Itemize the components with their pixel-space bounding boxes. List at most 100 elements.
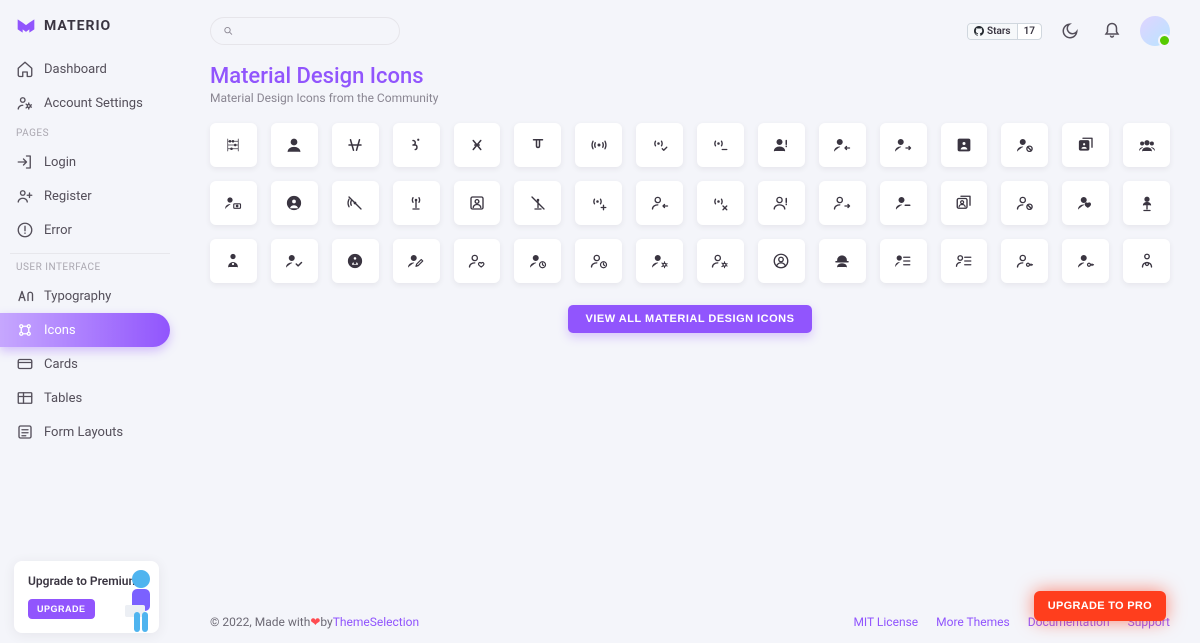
brand-logo[interactable]: MATERIO xyxy=(10,12,170,52)
form-icon xyxy=(16,423,34,441)
icon-card-account-cancel[interactable] xyxy=(1001,123,1048,167)
view-all-button[interactable]: VIEW ALL MATERIAL DESIGN ICONS xyxy=(568,305,813,333)
icon-card-access-point-network-off[interactable] xyxy=(514,181,561,225)
upgrade-button[interactable]: UPGRADE xyxy=(28,599,95,619)
icon-card-account-box-multiple-outline[interactable] xyxy=(941,181,988,225)
sidebar-item-label: Dashboard xyxy=(44,62,107,77)
icon-card-account-key-outline[interactable] xyxy=(1001,239,1048,283)
icon-card-ab-testing[interactable] xyxy=(332,123,379,167)
icon-card-account-child-circle[interactable] xyxy=(332,239,379,283)
icon-card-account-minus[interactable] xyxy=(880,181,927,225)
sidebar-item-tables[interactable]: Tables xyxy=(0,381,170,415)
icon-card-account-alert[interactable] xyxy=(758,123,805,167)
icon-card-account-clock[interactable] xyxy=(514,239,561,283)
icon-card-account-box[interactable] xyxy=(941,123,988,167)
icon-card-account-heart-outline[interactable] xyxy=(454,239,501,283)
icon-card-account-edit[interactable] xyxy=(393,239,440,283)
icon-card-account-circle[interactable] xyxy=(271,181,318,225)
icon-card-account-arrow-right[interactable] xyxy=(880,123,927,167)
sidebar-item-register[interactable]: Register xyxy=(0,179,170,213)
theme-toggle[interactable] xyxy=(1056,17,1084,45)
github-stars-badge[interactable]: Stars 17 xyxy=(967,23,1042,40)
user-avatar[interactable] xyxy=(1140,16,1170,46)
access-point-plus-icon xyxy=(590,194,608,212)
icon-card-account[interactable] xyxy=(271,123,318,167)
account-cog-icon xyxy=(16,94,34,112)
account-circle-outline-icon xyxy=(772,252,790,270)
sidebar-item-typography[interactable]: Typography xyxy=(0,279,170,313)
icon-card-account-child[interactable] xyxy=(210,239,257,283)
sidebar-item-error[interactable]: Error xyxy=(0,213,170,247)
notifications-button[interactable] xyxy=(1098,17,1126,45)
access-point-network-off-icon xyxy=(529,194,547,212)
icon-card-abugida-devanagari[interactable] xyxy=(514,123,561,167)
account-cancel-icon xyxy=(1016,136,1034,154)
github-icon xyxy=(974,26,984,36)
search-icon xyxy=(223,25,234,37)
sidebar-item-login[interactable]: Login xyxy=(0,145,170,179)
icon-card-access-point-plus[interactable] xyxy=(575,181,622,225)
account-alert-outline-icon xyxy=(772,194,790,212)
topbar: Stars 17 xyxy=(210,10,1170,64)
account-details-icon xyxy=(894,252,912,270)
abjad-hebrew-icon xyxy=(468,136,486,154)
icon-card-access-point-minus[interactable] xyxy=(697,123,744,167)
abacus-icon xyxy=(224,136,242,154)
icon-card-account-hard-hat[interactable] xyxy=(819,239,866,283)
icon-card-account-circle-outline[interactable] xyxy=(758,239,805,283)
icon-card-abacus[interactable] xyxy=(210,123,257,167)
access-point-off-icon xyxy=(346,194,364,212)
account-network-icon xyxy=(1138,194,1156,212)
icon-card-account-child-outline[interactable] xyxy=(1123,239,1170,283)
abugida-devanagari-icon xyxy=(529,136,547,154)
icon-card-account-details[interactable] xyxy=(880,239,927,283)
icon-card-account-heart[interactable] xyxy=(1062,181,1109,225)
account-child-icon xyxy=(224,252,242,270)
footer-link-more-themes[interactable]: More Themes xyxy=(936,615,1010,629)
github-stars-count: 17 xyxy=(1018,24,1041,39)
search-input[interactable] xyxy=(240,24,387,38)
sidebar-heading: PAGES xyxy=(10,120,170,145)
icon-card-access-point[interactable] xyxy=(575,123,622,167)
icon-card-account-cash[interactable] xyxy=(210,181,257,225)
account-edit-icon xyxy=(407,252,425,270)
icon-card-access-point-remove[interactable] xyxy=(697,181,744,225)
icon-card-account-details-outline[interactable] xyxy=(941,239,988,283)
icon-card-access-point-check[interactable] xyxy=(636,123,683,167)
icon-card-access-point-network[interactable] xyxy=(393,181,440,225)
search-box[interactable] xyxy=(210,17,400,45)
sidebar-item-cards[interactable]: Cards xyxy=(0,347,170,381)
icon-card-account-clock-outline[interactable] xyxy=(575,239,622,283)
icon-card-access-point-off[interactable] xyxy=(332,181,379,225)
icon-card-account-cog-outline[interactable] xyxy=(697,239,744,283)
icon-card-account-arrow-left[interactable] xyxy=(819,123,866,167)
upgrade-illustration-icon xyxy=(119,567,163,637)
card-icon xyxy=(16,355,34,373)
account-icon xyxy=(285,136,303,154)
icon-card-account-arrow-right-outline[interactable] xyxy=(819,181,866,225)
footer-link-mit-license[interactable]: MIT License xyxy=(853,615,918,629)
icon-card-account-network[interactable] xyxy=(1123,181,1170,225)
sidebar-heading: USER INTERFACE xyxy=(10,253,170,279)
sidebar-item-label: Login xyxy=(44,155,76,170)
sidebar-item-dashboard[interactable]: Dashboard xyxy=(0,52,170,86)
sidebar-item-form-layouts[interactable]: Form Layouts xyxy=(0,415,170,449)
icon-card-account-group[interactable] xyxy=(1123,123,1170,167)
footer-author-link[interactable]: ThemeSelection xyxy=(333,615,419,629)
icon-card-account-box-multiple[interactable] xyxy=(1062,123,1109,167)
icon-card-abjad-hebrew[interactable] xyxy=(454,123,501,167)
icon-card-account-check[interactable] xyxy=(271,239,318,283)
account-child-outline-icon xyxy=(1138,252,1156,270)
sidebar-item-account-settings[interactable]: Account Settings xyxy=(0,86,170,120)
icon-card-account-cancel-outline[interactable] xyxy=(1001,181,1048,225)
icon-card-account-alert-outline[interactable] xyxy=(758,181,805,225)
icon-card-account-arrow-left-outline[interactable] xyxy=(636,181,683,225)
icon-card-abjad-arabic[interactable] xyxy=(393,123,440,167)
sidebar-item-icons[interactable]: Icons xyxy=(0,313,170,347)
footer: © 2022, Made with ❤ by ThemeSelection MI… xyxy=(210,601,1170,643)
icon-card-account-cog[interactable] xyxy=(636,239,683,283)
icon-card-account-box-outline[interactable] xyxy=(454,181,501,225)
access-point-icon xyxy=(590,136,608,154)
upgrade-to-pro-button[interactable]: UPGRADE TO PRO xyxy=(1034,591,1166,621)
icon-card-account-key[interactable] xyxy=(1062,239,1109,283)
